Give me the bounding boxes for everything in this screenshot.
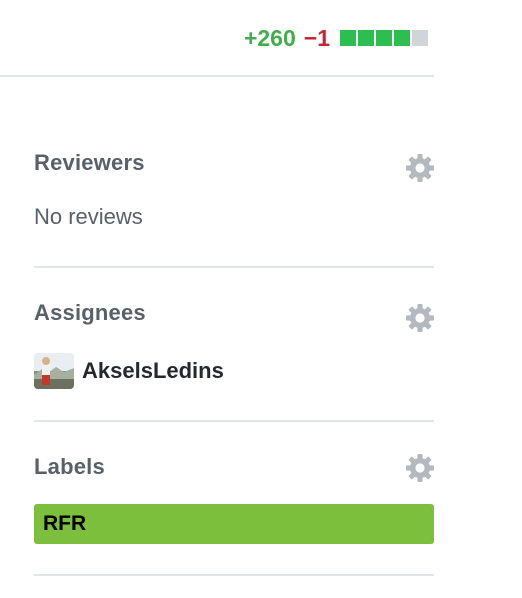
- assignee-item[interactable]: AkselsLedins: [34, 352, 224, 390]
- section-divider: [34, 266, 434, 268]
- reviewers-empty-text: No reviews: [34, 204, 143, 229]
- diffstat-block-added: [376, 30, 392, 46]
- gear-icon[interactable]: [404, 452, 436, 484]
- diffstat-bar: [340, 30, 428, 46]
- diffstat-block-added: [358, 30, 374, 46]
- diffstat: +260 −1: [244, 24, 428, 52]
- additions-count: +260: [243, 24, 296, 51]
- label-rfr[interactable]: RFR: [34, 504, 434, 544]
- reviewers-heading: Reviewers: [34, 150, 145, 175]
- assignee-login: AkselsLedins: [82, 358, 224, 383]
- diffstat-block-added: [340, 30, 356, 46]
- gear-icon[interactable]: [404, 302, 436, 334]
- header-divider: [0, 75, 434, 77]
- deletions-count: −1: [303, 24, 330, 51]
- gear-icon[interactable]: [404, 152, 436, 184]
- section-divider: [34, 574, 434, 576]
- section-divider: [34, 420, 434, 422]
- diffstat-block-neutral: [412, 30, 428, 46]
- avatar[interactable]: [34, 353, 74, 389]
- assignees-heading: Assignees: [34, 300, 146, 325]
- labels-heading: Labels: [34, 454, 105, 479]
- diffstat-block-added: [394, 30, 410, 46]
